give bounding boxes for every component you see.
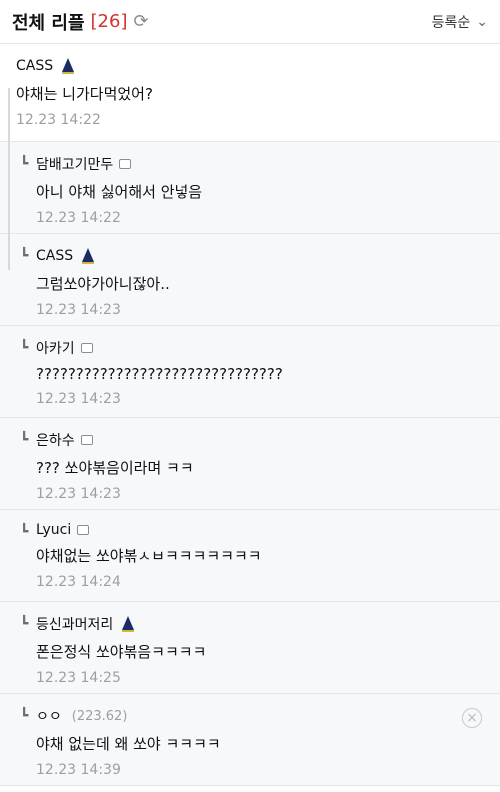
reply-arrow-icon: ┗ — [20, 616, 29, 632]
reply-arrow-icon: ┗ — [20, 524, 29, 540]
comment-content: CASS 야채는 니가다먹었어? 12.23 14:22 — [16, 56, 484, 128]
reply-arrow-icon: ┗ — [20, 340, 29, 356]
reply-text: 아니 야채 싫어해서 안넣음 — [36, 183, 203, 201]
reply-content: Lyuci 야채없는 쏘야볶ㅅㅂㅋㅋㅋㅋㅋㅋㅋ 12.23 14:24 — [36, 522, 484, 590]
author-name[interactable]: 은하수 — [36, 430, 75, 450]
reply-content: 등신과머저리 폰은정식 쏘야볶음ㅋㅋㅋㅋ 12.23 14:25 — [36, 614, 484, 686]
reply-time: 12.23 14:23 — [36, 486, 121, 502]
reply-author-line: CASS — [36, 246, 484, 266]
comment-list: CASS 야채는 니가다먹었어? 12.23 14:22 ┗ 담배고기만두 아니… — [0, 44, 500, 786]
reply-item: ┗ 은하수 ??? 쏘야볶음이라며 ㅋㅋ 12.23 14:23 — [0, 418, 500, 510]
reply-time: 12.23 14:39 — [36, 762, 121, 778]
reply-time: 12.23 14:23 — [36, 391, 121, 407]
reply-content: 담배고기만두 아니 야채 싫어해서 안넣음 12.23 14:22 — [36, 154, 484, 226]
reply-author-line: ㅇㅇ (223.62) — [36, 706, 484, 726]
reply-arrow-icon: ┗ — [20, 708, 29, 724]
reply-content: 은하수 ??? 쏘야볶음이라며 ㅋㅋ 12.23 14:23 — [36, 430, 484, 502]
reply-arrow-icon: ┗ — [20, 248, 29, 264]
comments-header: 전체 리플 [26] ⟳ 등록순 ⌄ — [0, 0, 500, 44]
author-name[interactable]: CASS — [36, 248, 73, 264]
comment-text: 야채는 니가다먹었어? — [16, 85, 153, 103]
author-name[interactable]: Lyuci — [36, 522, 71, 538]
reply-text: 그럼쏘야가아니잖아.. — [36, 275, 170, 293]
reply-time: 12.23 14:25 — [36, 670, 121, 686]
reply-time: 12.23 14:22 — [36, 210, 121, 226]
reply-content: ㅇㅇ (223.62) 야채 없는데 왜 쏘야 ㅋㅋㅋㅋ 12.23 14:39 — [36, 706, 484, 779]
level-tree-icon — [122, 616, 135, 632]
author-name[interactable]: 등신과머저리 — [36, 614, 113, 634]
reply-author-line: 담배고기만두 — [36, 154, 484, 174]
comment-author-line: CASS — [16, 56, 484, 76]
reply-author-line: 아카기 — [36, 338, 484, 358]
scroll-indicator — [8, 88, 10, 270]
level-tree-icon — [82, 248, 95, 264]
header-title-wrap: 전체 리플 [26] ⟳ — [12, 9, 149, 35]
reply-time: 12.23 14:23 — [36, 302, 121, 318]
reply-text: ??????????????????????????????? — [36, 365, 283, 383]
author-name[interactable]: ㅇㅇ — [36, 706, 62, 726]
reply-item: ┗ Lyuci 야채없는 쏘야볶ㅅㅂㅋㅋㅋㅋㅋㅋㅋ 12.23 14:24 — [0, 510, 500, 602]
reply-arrow-icon: ┗ — [20, 156, 29, 172]
level-tree-icon — [62, 58, 75, 74]
reply-item: ┗ 등신과머저리 폰은정식 쏘야볶음ㅋㅋㅋㅋ 12.23 14:25 — [0, 602, 500, 694]
user-square-icon — [80, 435, 93, 445]
user-square-icon — [119, 159, 132, 169]
user-square-icon — [80, 343, 93, 353]
reply-item: ┗ ㅇㅇ (223.62) 야채 없는데 왜 쏘야 ㅋㅋㅋㅋ 12.23 14:… — [0, 694, 500, 786]
close-icon[interactable]: × — [462, 708, 482, 728]
reply-arrow-icon: ┗ — [20, 432, 29, 448]
reply-item: ┗ 담배고기만두 아니 야채 싫어해서 안넣음 12.23 14:22 — [0, 142, 500, 234]
reply-text: 야채없는 쏘야볶ㅅㅂㅋㅋㅋㅋㅋㅋㅋ — [36, 547, 262, 565]
reply-author-line: Lyuci — [36, 522, 484, 538]
reply-content: 아카기 ??????????????????????????????? 12.2… — [36, 338, 484, 407]
user-square-icon — [77, 525, 90, 535]
reply-item: ┗ 아카기 ??????????????????????????????? 12… — [0, 326, 500, 418]
reply-author-line: 은하수 — [36, 430, 484, 450]
reply-item: ┗ CASS 그럼쏘야가아니잖아.. 12.23 14:23 — [0, 234, 500, 326]
reply-time: 12.23 14:24 — [36, 574, 121, 590]
page-title: 전체 리플 — [12, 12, 85, 34]
reply-author-line: 등신과머저리 — [36, 614, 484, 634]
refresh-icon[interactable]: ⟳ — [133, 11, 148, 32]
reply-text: 야채 없는데 왜 쏘야 ㅋㅋㅋㅋ — [36, 735, 221, 753]
author-name[interactable]: 아카기 — [36, 338, 75, 358]
reply-content: CASS 그럼쏘야가아니잖아.. 12.23 14:23 — [36, 246, 484, 318]
author-ip: (223.62) — [71, 708, 128, 724]
sort-label: 등록순 — [431, 14, 471, 31]
chevron-down-icon: ⌄ — [476, 13, 488, 30]
author-name[interactable]: CASS — [16, 58, 53, 74]
comment-item: CASS 야채는 니가다먹었어? 12.23 14:22 — [0, 44, 500, 142]
reply-text: ??? 쏘야볶음이라며 ㅋㅋ — [36, 459, 194, 477]
comment-time: 12.23 14:22 — [16, 112, 101, 128]
author-name[interactable]: 담배고기만두 — [36, 154, 113, 174]
comment-count: [26] — [90, 11, 128, 32]
sort-select[interactable]: 등록순 ⌄ — [432, 12, 488, 32]
reply-text: 폰은정식 쏘야볶음ㅋㅋㅋㅋ — [36, 643, 207, 661]
